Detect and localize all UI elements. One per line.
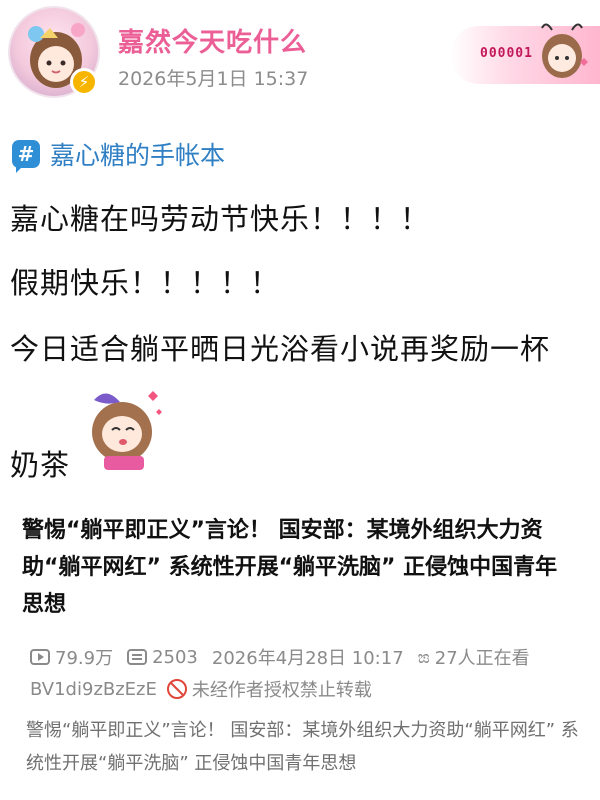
watching-count: 27人正在看 [434,648,530,669]
hashtag-icon: # [12,140,40,173]
username[interactable]: 嘉然今天吃什么 [118,22,307,59]
danmaku-count: 2503 [152,646,198,668]
video-title[interactable]: 警惕“躺平即正义”言论！ 国安部：某境外组织大力资助“躺平网红” 系统性开展“躺… [22,512,572,623]
fan-badge-character-icon [541,23,588,78]
shared-video-card[interactable]: 警惕“躺平即正义”言论！ 国安部：某境外组织大力资助“躺平网红” 系统性开展“躺… [18,496,598,716]
play-icon [30,649,50,665]
topic-label: 嘉心糖的手帐本 [50,141,226,170]
video-caption: 警惕“躺平即正义”言论！ 国安部：某境外组织大力资助“躺平网红” 系统性开展“躺… [26,720,579,774]
fan-number: 000001 [480,46,533,61]
danmaku-icon [127,649,148,665]
watching-people-icon: ಙ [417,646,430,668]
video-publish-date: 2026年4月28日 10:17 [211,648,404,669]
repost-notice: 未经作者授权禁止转载 [191,680,372,701]
bv-id[interactable]: BV1di9zBzEzE [30,679,157,700]
post-header: ⚡ 嘉然今天吃什么 2026年5月1日 15:37 000001 [0,0,600,110]
post-text-line-4: 奶茶 [10,448,71,482]
video-stats-row: 79.9万 2503 2026年4月28日 10:17 ಙ 27人正在看 [30,644,530,670]
sticker-emoji-icon [92,391,162,470]
lightning-verified-icon: ⚡ [70,68,98,96]
post-text-line-2: 假期快乐！！！！！ [10,266,281,300]
video-id-row: BV1di9zBzEzE 未经作者授权禁止转载 [30,676,372,702]
avatar-container[interactable]: ⚡ [8,6,104,102]
post-text-line-1: 嘉心糖在吗劳动节快乐！！！！ [10,202,431,236]
post-timestamp: 2026年5月1日 15:37 [118,68,309,90]
prohibited-icon [166,679,187,699]
fan-number-badge[interactable]: 000001 [450,23,600,84]
topic-tag[interactable]: # 嘉心糖的手帐本 [12,134,225,174]
view-count: 79.9万 [55,648,114,669]
post-text-line-3: 今日适合躺平晒日光浴看小说再奖励一杯 [10,332,551,366]
